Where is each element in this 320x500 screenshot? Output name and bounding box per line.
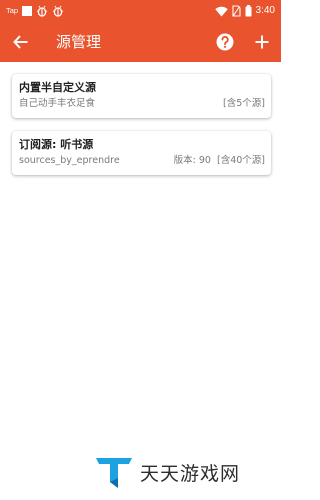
app-toolbar: 源管理: [0, 22, 281, 62]
source-count: [含40个源]: [216, 155, 265, 166]
source-subtitle: 自己动手丰衣足食: [19, 98, 96, 109]
status-bar: Tap 3:40: [0, 0, 281, 22]
watermark-text: 天天游戏网: [140, 462, 241, 485]
wifi-icon: [214, 6, 228, 16]
source-title: 订阅源: 听书源: [19, 138, 94, 151]
source-title: 内置半自定义源: [19, 81, 96, 94]
battery-icon: [245, 5, 252, 17]
source-card[interactable]: 订阅源: 听书源 sources_by_eprendre 版本: 90 [含40个…: [12, 131, 271, 175]
arrow-left-icon[interactable]: [11, 32, 31, 52]
plus-icon[interactable]: [252, 32, 272, 52]
source-count: [含5个源]: [223, 98, 265, 109]
watermark: 天天游戏网: [94, 452, 240, 492]
source-card[interactable]: 内置半自定义源 自己动手丰衣足食 [含5个源]: [12, 74, 271, 118]
help-circle-icon[interactable]: [215, 32, 235, 52]
source-subtitle: sources_by_eprendre: [19, 155, 120, 166]
square-icon: [22, 6, 33, 16]
status-right: 3:40: [214, 3, 275, 19]
sim-icon: [231, 5, 241, 17]
source-meta: [含5个源]: [223, 97, 265, 110]
page-title: 源管理: [56, 33, 102, 51]
bug-icon: [52, 5, 64, 17]
tap-label: Tap: [6, 6, 19, 15]
source-meta: 版本: 90 [含40个源]: [174, 154, 265, 167]
status-left: Tap: [6, 4, 64, 18]
clock: 3:40: [255, 5, 275, 16]
source-version: 版本: 90: [173, 155, 211, 166]
bug-icon: [36, 5, 48, 17]
tt-logo-icon: [96, 458, 132, 488]
